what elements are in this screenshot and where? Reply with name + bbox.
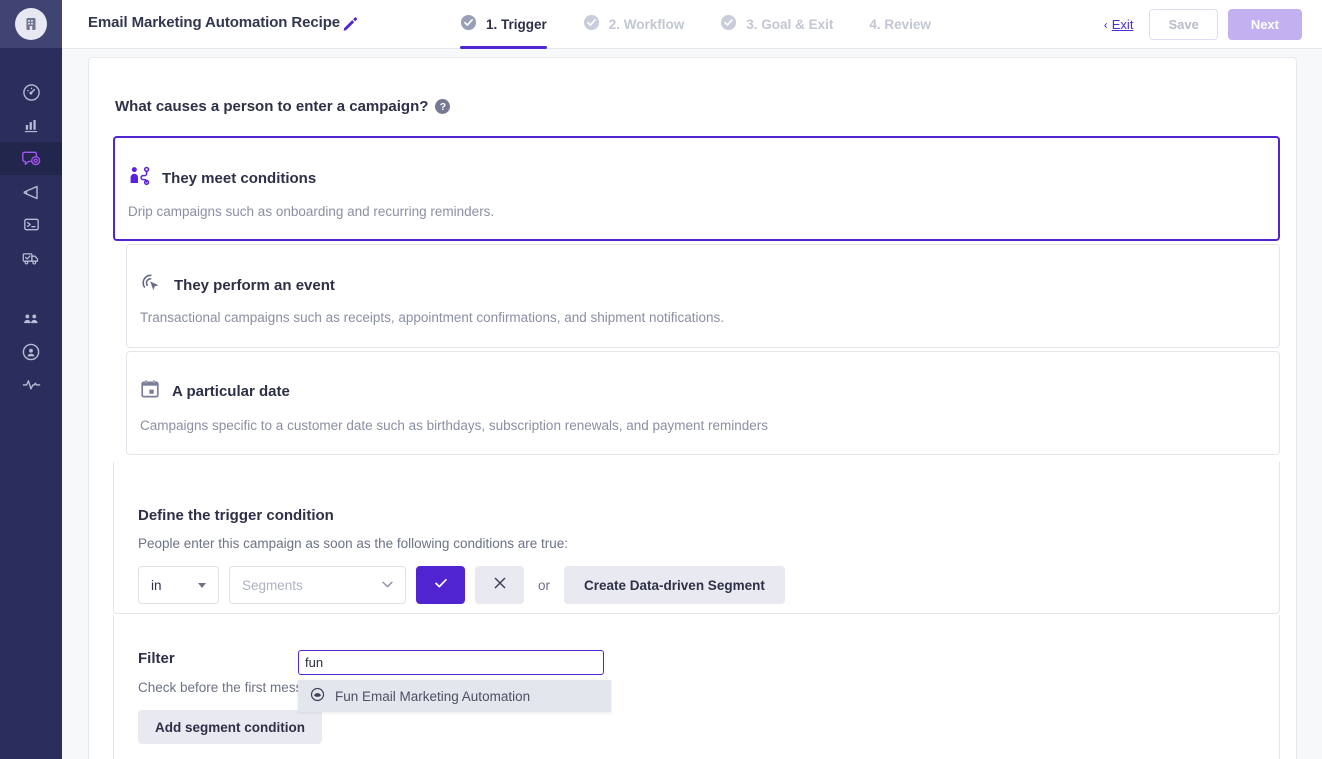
gauge-icon <box>22 83 41 102</box>
trigger-option-meet-conditions[interactable]: They meet conditions Drip campaigns such… <box>113 136 1280 241</box>
exit-label: Exit <box>1111 17 1134 32</box>
option-header: They perform an event <box>139 271 335 300</box>
terminal-icon <box>22 215 41 234</box>
segment-search-input[interactable] <box>298 650 604 675</box>
people-icon <box>21 309 41 329</box>
trigger-option-perform-event[interactable]: They perform an event Transactional camp… <box>126 244 1280 348</box>
sidebar-item-people[interactable] <box>0 302 62 335</box>
check-circle-icon <box>583 14 600 36</box>
pulse-icon <box>21 374 42 395</box>
option-description: Campaigns specific to a customer date su… <box>140 418 769 433</box>
chevron-left-icon: ‹ <box>1103 17 1108 32</box>
megaphone-icon <box>21 182 41 202</box>
tab-step-review[interactable]: 4. Review <box>851 0 949 49</box>
confirm-condition-button[interactable] <box>416 566 465 604</box>
step-label: 4. Review <box>869 17 931 32</box>
or-label: or <box>538 577 551 593</box>
trigger-panel: What causes a person to enter a campaign… <box>88 57 1297 759</box>
operator-value: in <box>151 577 162 593</box>
segment-results-list: Fun Email Marketing Automation <box>298 680 611 712</box>
tab-step-goal-exit[interactable]: 3. Goal & Exit <box>702 0 851 49</box>
segment-result-label: Fun Email Marketing Automation <box>335 688 531 704</box>
step-label: 2. Workflow <box>608 17 685 32</box>
chevron-down-icon <box>198 582 206 588</box>
tab-step-trigger[interactable]: 1. Trigger <box>442 0 565 49</box>
building-icon <box>15 8 47 40</box>
left-sidebar <box>0 0 62 759</box>
option-header: A particular date <box>139 378 290 405</box>
sidebar-item-activity[interactable] <box>0 368 62 401</box>
filter-title: Filter <box>138 650 175 667</box>
check-circle-icon <box>460 14 477 36</box>
cancel-condition-button[interactable] <box>475 566 524 604</box>
sidebar-item-dashboard[interactable] <box>0 76 62 109</box>
trigger-condition-section: Define the trigger condition People ente… <box>113 462 1280 614</box>
help-icon[interactable]: ? <box>435 99 451 114</box>
segment-select[interactable]: Segments <box>229 566 406 604</box>
page-title: Email Marketing Automation Recipe <box>88 14 341 31</box>
pencil-icon[interactable] <box>341 15 359 33</box>
rail-spacer-mid <box>0 274 62 302</box>
section-question: What causes a person to enter a campaign… <box>115 98 451 115</box>
exit-button[interactable]: ‹ Exit <box>1104 17 1134 32</box>
create-data-driven-segment-button[interactable]: Create Data-driven Segment <box>564 566 785 604</box>
step-nav: 1. Trigger 2. Workflow 3. Goal & Exit 4.… <box>442 0 949 49</box>
chevron-down-icon <box>382 579 393 591</box>
sidebar-item-console[interactable] <box>0 208 62 241</box>
trigger-option-particular-date[interactable]: A particular date Campaigns specific to … <box>126 351 1280 455</box>
close-icon <box>493 576 507 595</box>
sidebar-item-broadcasts[interactable] <box>0 175 62 208</box>
operator-select[interactable]: in <box>138 566 219 604</box>
segment-search-dropdown: Fun Email Marketing Automation <box>298 650 611 712</box>
click-target-icon <box>139 271 163 300</box>
next-button[interactable]: Next <box>1227 9 1302 40</box>
save-button[interactable]: Save <box>1149 9 1218 40</box>
person-branch-icon <box>127 164 151 193</box>
top-bar: Email Marketing Automation Recipe 1. Tri… <box>62 0 1322 49</box>
app-root: Email Marketing Automation Recipe 1. Tri… <box>0 0 1322 759</box>
option-header: They meet conditions <box>127 164 316 193</box>
condition-title: Define the trigger condition <box>138 507 334 524</box>
segment-icon <box>310 687 325 705</box>
check-circle-icon <box>720 14 737 36</box>
sidebar-item-analytics[interactable] <box>0 109 62 142</box>
question-label: What causes a person to enter a campaign… <box>115 98 429 115</box>
segment-result-item[interactable]: Fun Email Marketing Automation <box>298 680 611 712</box>
step-label: 1. Trigger <box>486 17 547 32</box>
sidebar-item-deliveries[interactable] <box>0 241 62 274</box>
sidebar-item-campaigns[interactable] <box>0 142 62 175</box>
rail-spacer-top <box>0 48 62 76</box>
campaign-icon <box>21 148 42 169</box>
option-title: They perform an event <box>174 277 335 294</box>
main-content: What causes a person to enter a campaign… <box>62 49 1322 759</box>
condition-subtitle: People enter this campaign as soon as th… <box>138 536 569 551</box>
bar-chart-icon <box>22 116 41 135</box>
sidebar-item-segments[interactable] <box>0 335 62 368</box>
step-label: 3. Goal & Exit <box>746 17 834 32</box>
target-user-icon <box>21 342 41 362</box>
condition-row: in Segments or Create Data-driven Segmen… <box>138 566 785 604</box>
check-icon <box>433 575 449 596</box>
option-title: A particular date <box>172 383 290 400</box>
add-segment-condition-button[interactable]: Add segment condition <box>138 710 322 744</box>
option-description: Drip campaigns such as onboarding and re… <box>128 204 495 219</box>
calendar-icon <box>139 378 161 405</box>
app-logo[interactable] <box>0 0 62 48</box>
segment-placeholder: Segments <box>242 577 303 593</box>
option-title: They meet conditions <box>162 170 317 187</box>
truck-check-icon <box>21 248 41 268</box>
option-description: Transactional campaigns such as receipts… <box>140 310 725 325</box>
tab-step-workflow[interactable]: 2. Workflow <box>565 0 703 49</box>
filter-section: Filter Check before the first message to… <box>113 615 1280 759</box>
top-bar-actions: ‹ Exit Save Next <box>1104 9 1302 40</box>
